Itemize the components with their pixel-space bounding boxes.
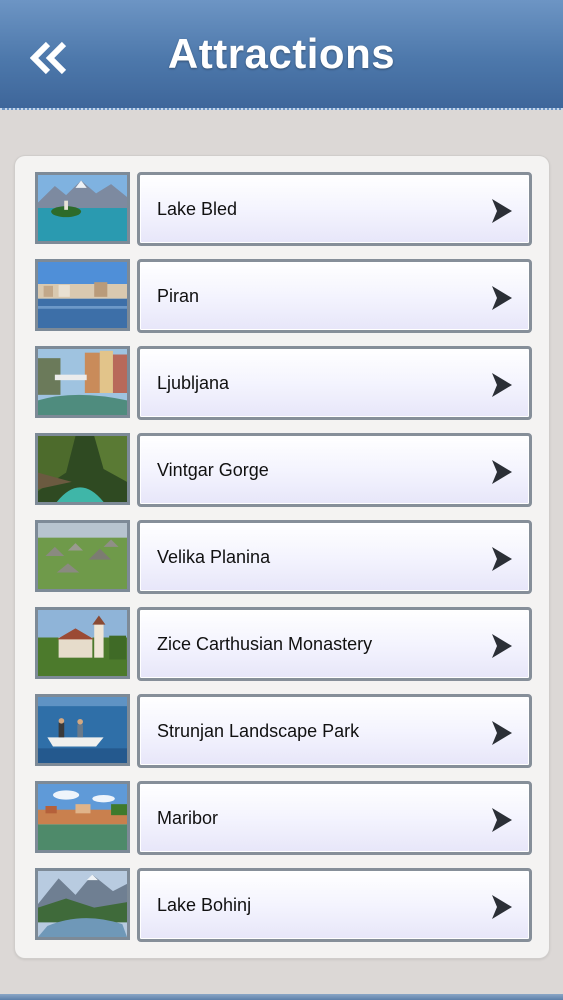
chevron-right-icon (492, 199, 512, 223)
chevron-right-icon (492, 286, 512, 310)
list-item[interactable]: Strunjan Landscape Park (35, 694, 532, 768)
attraction-button[interactable]: Lake Bled (137, 172, 532, 246)
attraction-label: Lake Bled (157, 199, 238, 219)
list-item[interactable]: Maribor (35, 781, 532, 855)
list-item[interactable]: Vintgar Gorge (35, 433, 532, 507)
chevron-right-icon (492, 460, 512, 484)
attraction-label: Velika Planina (157, 547, 271, 567)
list-item[interactable]: Zice Carthusian Monastery (35, 607, 532, 681)
list-item[interactable]: Piran (35, 259, 532, 333)
attraction-label: Strunjan Landscape Park (157, 721, 360, 741)
chevron-right-icon (492, 721, 512, 745)
attraction-button[interactable]: Velika Planina (137, 520, 532, 594)
maribor-thumbnail (35, 781, 130, 853)
attraction-button[interactable]: Vintgar Gorge (137, 433, 532, 507)
attraction-button[interactable]: Zice Carthusian Monastery (137, 607, 532, 681)
zice-monastery-thumbnail (35, 607, 130, 679)
attraction-button[interactable]: Maribor (137, 781, 532, 855)
vintgar-gorge-thumbnail (35, 433, 130, 505)
bottom-bar (0, 994, 563, 1000)
chevron-right-icon (492, 373, 512, 397)
list-item[interactable]: Lake Bled (35, 172, 532, 246)
ljubljana-thumbnail (35, 346, 130, 418)
attraction-button[interactable]: Piran (137, 259, 532, 333)
attraction-label: Lake Bohinj (157, 895, 252, 915)
attraction-label: Maribor (157, 808, 219, 828)
attractions-list: Lake Bled Piran Ljubljana Vintgar Gorge … (15, 156, 549, 958)
piran-thumbnail (35, 259, 130, 331)
strunjan-park-thumbnail (35, 694, 130, 766)
list-item[interactable]: Velika Planina (35, 520, 532, 594)
chevron-right-icon (492, 634, 512, 658)
attraction-button[interactable]: Lake Bohinj (137, 868, 532, 942)
attraction-button[interactable]: Strunjan Landscape Park (137, 694, 532, 768)
list-item[interactable]: Lake Bohinj (35, 868, 532, 942)
chevron-right-icon (492, 547, 512, 571)
attraction-label: Vintgar Gorge (157, 460, 269, 480)
header-bar: Attractions (0, 0, 563, 110)
lake-bohinj-thumbnail (35, 868, 130, 940)
velika-planina-thumbnail (35, 520, 130, 592)
attraction-label: Ljubljana (157, 373, 230, 393)
attraction-button[interactable]: Ljubljana (137, 346, 532, 420)
attraction-label: Zice Carthusian Monastery (157, 634, 373, 654)
attraction-label: Piran (157, 286, 200, 306)
page-title: Attractions (167, 30, 396, 77)
chevron-right-icon (492, 808, 512, 832)
list-item[interactable]: Ljubljana (35, 346, 532, 420)
lake-bled-thumbnail (35, 172, 130, 244)
chevron-right-icon (492, 895, 512, 919)
